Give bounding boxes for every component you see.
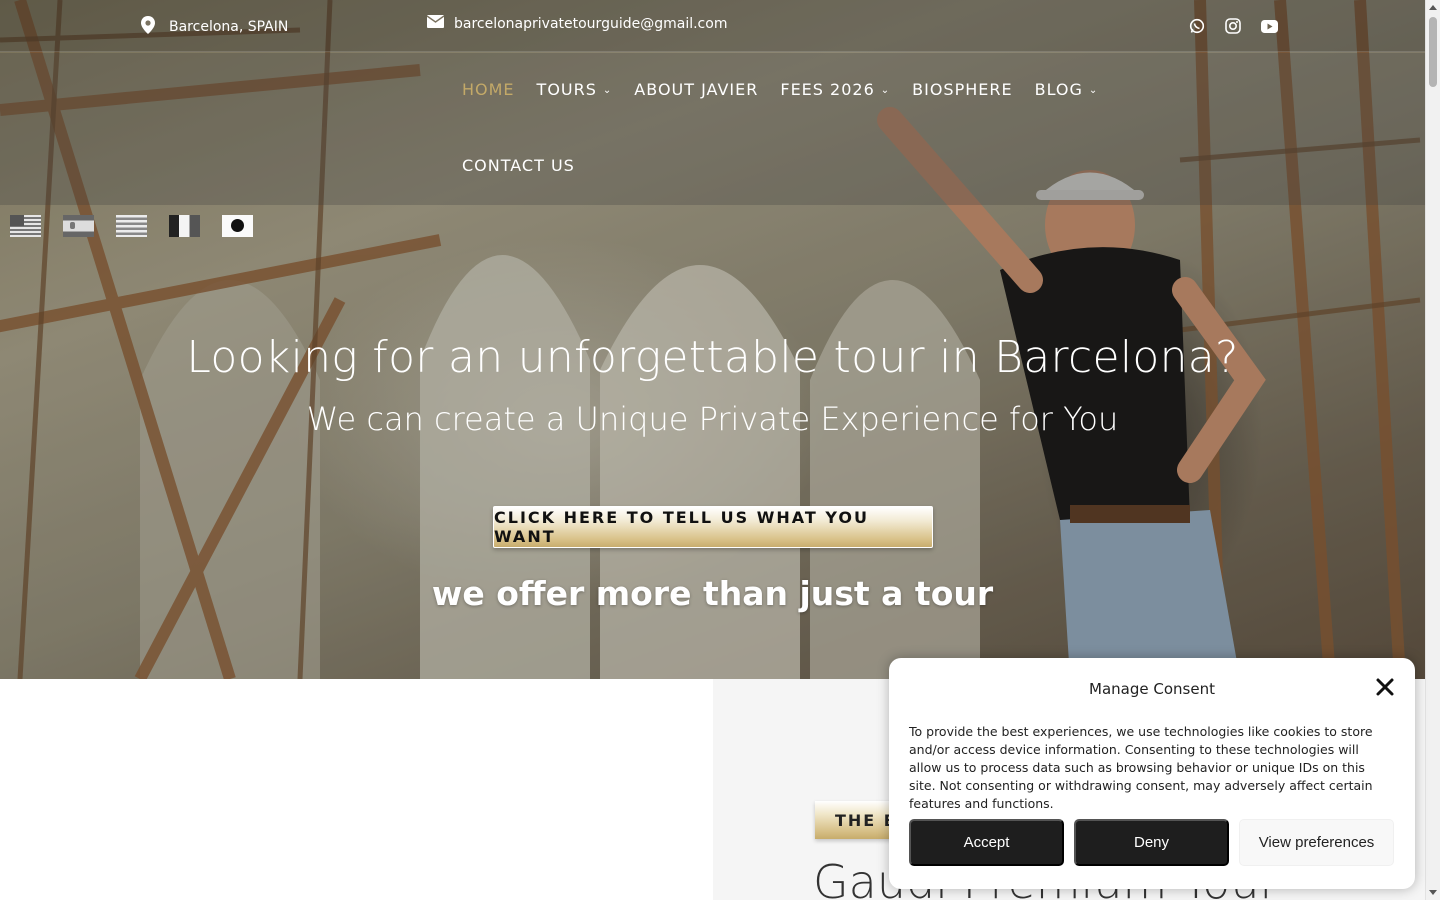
japanese-flag-icon[interactable] (222, 215, 253, 237)
hero-section: Barcelona, SPAIN barcelonaprivatetourgui… (0, 0, 1425, 679)
view-preferences-button[interactable]: View preferences (1239, 819, 1394, 866)
youtube-icon[interactable] (1259, 16, 1279, 36)
whatsapp-icon[interactable] (1187, 16, 1207, 36)
content-left-panel (0, 679, 713, 900)
tell-us-cta-button[interactable]: CLICK HERE TO TELL US WHAT YOU WANT (493, 506, 933, 548)
nav-item-about-javier[interactable]: ABOUT JAVIER (634, 80, 758, 99)
nav-item-fees[interactable]: FEES 2026 ⌄ (780, 80, 890, 99)
location-text: Barcelona, SPAIN (169, 19, 289, 35)
location-pin-icon (141, 16, 155, 38)
consent-description: To provide the best experiences, we use … (909, 724, 1373, 811)
page-scrollbar[interactable] (1425, 0, 1440, 900)
nav-item-blog[interactable]: BLOG ⌄ (1035, 80, 1099, 99)
email-link[interactable]: barcelonaprivatetourguide@gmail.com (454, 16, 727, 32)
greek-flag-icon[interactable] (116, 215, 147, 237)
deny-button[interactable]: Deny (1074, 819, 1229, 866)
main-navigation: HOME TOURS ⌄ ABOUT JAVIER FEES 2026 ⌄ BIOS… (0, 53, 1425, 205)
email-info[interactable]: barcelonaprivatetourguide@gmail.com (426, 15, 727, 32)
chevron-down-icon: ⌄ (880, 85, 891, 96)
scroll-down-arrow-icon[interactable] (1429, 890, 1437, 895)
hero-subheadline: We can create a Unique Private Experienc… (306, 400, 1119, 438)
hero-headline: Looking for an unforgettable tour in Bar… (186, 332, 1239, 383)
nav-item-biosphere[interactable]: BIOSPHERE (912, 80, 1012, 99)
social-links (1187, 16, 1279, 36)
accept-button[interactable]: Accept (909, 819, 1064, 866)
english-flag-icon[interactable] (10, 215, 41, 237)
language-switcher (10, 215, 253, 237)
instagram-icon[interactable] (1223, 16, 1243, 36)
envelope-icon (426, 15, 445, 32)
nav-row-primary: HOME TOURS ⌄ ABOUT JAVIER FEES 2026 ⌄ BIOS… (462, 80, 1098, 99)
close-icon[interactable] (1375, 677, 1395, 697)
chevron-down-icon: ⌄ (602, 85, 613, 96)
top-info-bar: Barcelona, SPAIN barcelonaprivatetourgui… (0, 0, 1425, 52)
location-info: Barcelona, SPAIN (141, 16, 288, 38)
chevron-down-icon: ⌄ (1088, 85, 1099, 96)
nav-item-tours[interactable]: TOURS ⌄ (537, 80, 613, 99)
french-flag-icon[interactable] (169, 215, 200, 237)
nav-item-contact-us[interactable]: CONTACT US (462, 156, 575, 175)
nav-row-secondary: CONTACT US (462, 156, 575, 175)
hero-tagline: we offer more than just a tour (431, 574, 994, 613)
nav-item-home[interactable]: HOME (462, 80, 515, 99)
scroll-up-arrow-icon[interactable] (1429, 5, 1437, 10)
spanish-flag-icon[interactable] (63, 215, 94, 237)
cookie-consent-dialog: Manage Consent To provide the best exper… (889, 658, 1415, 889)
consent-title: Manage Consent (1089, 680, 1215, 698)
scrollbar-thumb[interactable] (1429, 17, 1437, 87)
